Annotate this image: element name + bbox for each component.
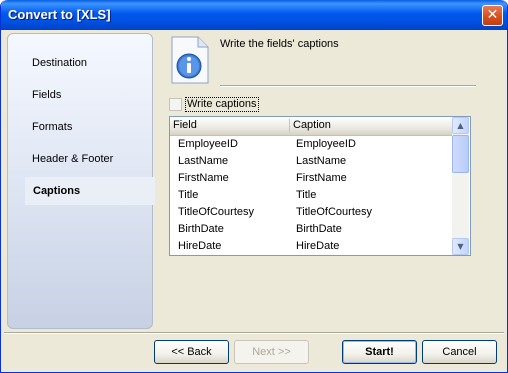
back-button[interactable]: << Back xyxy=(154,340,229,364)
column-header-field[interactable]: Field xyxy=(173,119,197,131)
chevron-down-icon: ▼ xyxy=(457,242,464,251)
sidebar-item-formats[interactable]: Formats xyxy=(24,113,154,141)
page-heading: Write the fields' captions xyxy=(220,38,339,50)
table-row[interactable]: Title Title xyxy=(170,187,452,204)
field-cell: BirthDate xyxy=(178,223,224,235)
field-cell: FirstName xyxy=(178,172,229,184)
field-cell: LastName xyxy=(178,155,229,167)
close-icon: ✕ xyxy=(486,7,499,23)
captions-grid[interactable]: Field Caption EmployeeID EmployeeID Last… xyxy=(169,116,471,256)
field-cell: Title xyxy=(178,189,199,201)
caption-cell[interactable]: HireDate xyxy=(296,240,339,252)
caption-cell[interactable]: Title xyxy=(296,189,316,201)
window-title: Convert to [XLS] xyxy=(8,7,111,22)
convert-dialog: Convert to [XLS] ✕ Destination Fields Fo… xyxy=(0,0,508,373)
dialog-body: Destination Fields Formats Header & Foot… xyxy=(4,30,504,370)
column-header-caption[interactable]: Caption xyxy=(293,119,331,131)
table-row[interactable]: HireDate HireDate xyxy=(170,238,452,255)
scroll-thumb[interactable] xyxy=(452,135,469,173)
scroll-down-button[interactable]: ▼ xyxy=(452,238,469,255)
table-row[interactable]: TitleOfCourtesy TitleOfCourtesy xyxy=(170,204,452,221)
footer-divider xyxy=(4,332,504,334)
heading-divider xyxy=(220,85,476,87)
scroll-up-button[interactable]: ▲ xyxy=(452,117,469,134)
grid-header: Field Caption xyxy=(170,117,452,136)
wizard-sidebar: Destination Fields Formats Header & Foot… xyxy=(7,33,155,329)
table-row[interactable]: FirstName FirstName xyxy=(170,170,452,187)
cancel-button[interactable]: Cancel xyxy=(422,340,497,364)
table-row[interactable]: LastName LastName xyxy=(170,153,452,170)
field-cell: TitleOfCourtesy xyxy=(178,206,255,218)
field-cell: HireDate xyxy=(178,240,222,252)
next-button[interactable]: Next >> xyxy=(234,340,309,364)
write-captions-label[interactable]: Write captions xyxy=(185,97,259,112)
caption-cell[interactable]: EmployeeID xyxy=(296,138,356,150)
caption-cell[interactable]: TitleOfCourtesy xyxy=(296,206,372,218)
caption-cell[interactable]: BirthDate xyxy=(296,223,342,235)
close-button[interactable]: ✕ xyxy=(482,5,503,26)
info-icon xyxy=(171,36,209,84)
sidebar-item-destination[interactable]: Destination xyxy=(24,49,154,77)
field-cell: EmployeeID xyxy=(178,138,238,150)
write-captions-checkbox[interactable] xyxy=(169,98,182,111)
table-row[interactable]: EmployeeID EmployeeID xyxy=(170,136,452,153)
table-row[interactable]: BirthDate BirthDate xyxy=(170,221,452,238)
grid-vertical-scrollbar[interactable]: ▲ ▼ xyxy=(452,117,469,255)
column-separator[interactable] xyxy=(289,119,290,132)
sidebar-item-captions[interactable]: Captions xyxy=(25,177,155,205)
chevron-up-icon: ▲ xyxy=(457,121,464,130)
start-button[interactable]: Start! xyxy=(342,340,417,364)
sidebar-item-header-footer[interactable]: Header & Footer xyxy=(24,145,154,173)
caption-cell[interactable]: FirstName xyxy=(296,172,347,184)
caption-cell[interactable]: LastName xyxy=(296,155,346,167)
sidebar-item-fields[interactable]: Fields xyxy=(24,81,154,109)
title-bar[interactable]: Convert to [XLS] ✕ xyxy=(1,0,507,30)
